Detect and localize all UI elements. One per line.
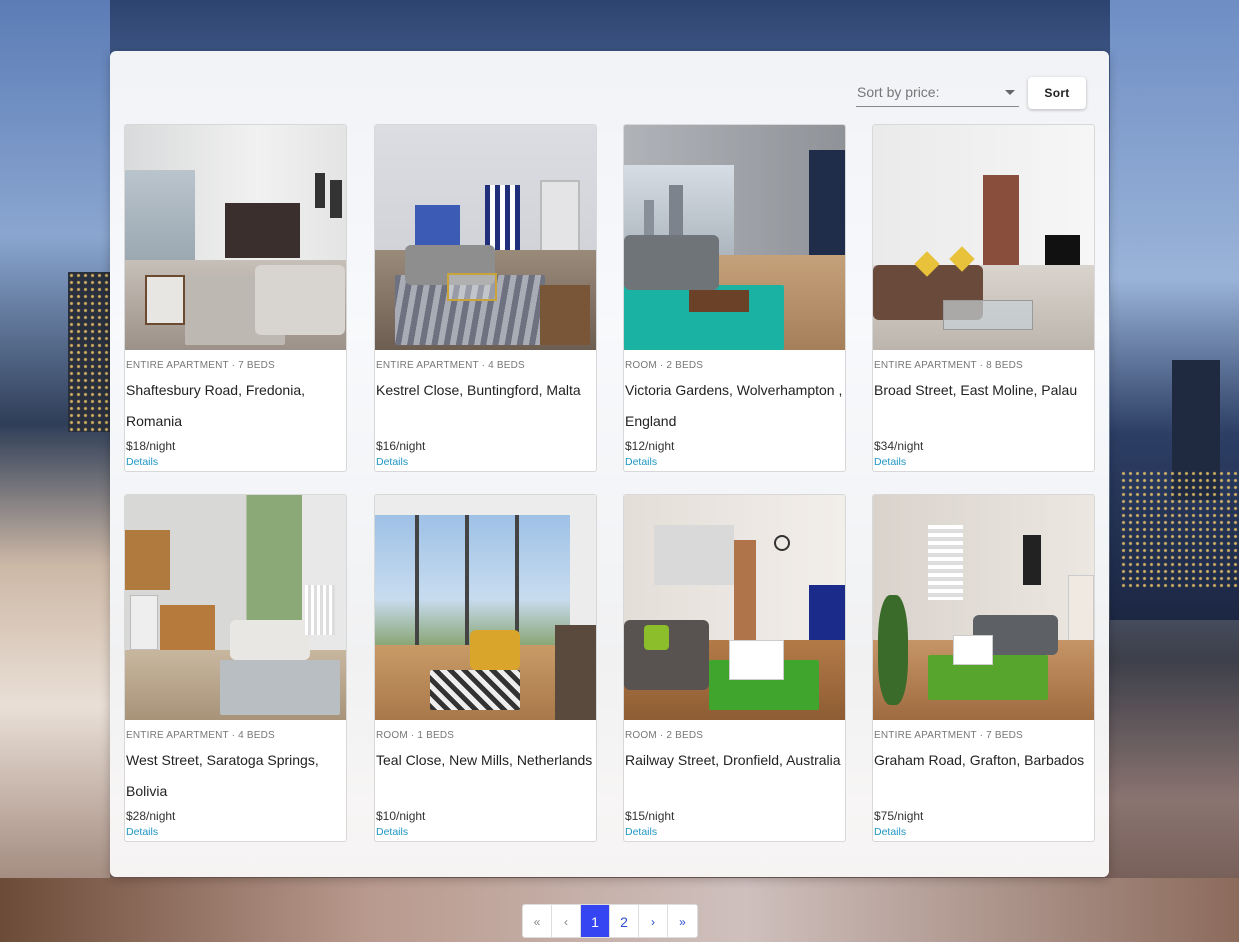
listing-title: Victoria Gardens, Wolverhampton , Englan… [625, 382, 843, 429]
listing-meta: ENTIRE APARTMENT · 8 BEDS [874, 360, 1023, 371]
listing-price: $12/night [625, 439, 675, 453]
listings-panel: Sort by price: Sort ENTIRE APARTMENT · 7… [110, 51, 1109, 877]
listing-price: $34/night [874, 439, 924, 453]
listing-price: $15/night [625, 809, 675, 823]
listing-meta: ENTIRE APARTMENT · 7 BEDS [874, 730, 1023, 741]
details-link[interactable]: Details [126, 456, 158, 468]
listing-price: $16/night [376, 439, 426, 453]
listing-title: Teal Close, New Mills, Netherlands [376, 752, 593, 768]
listing-title: Railway Street, Dronfield, Australia [625, 752, 841, 768]
listing-card[interactable]: ENTIRE APARTMENT · 7 BEDS Shaftesbury Ro… [124, 124, 347, 472]
listing-card[interactable]: ROOM · 2 BEDS Railway Street, Dronfield,… [623, 494, 846, 842]
listing-price: $10/night [376, 809, 426, 823]
listing-meta: ENTIRE APARTMENT · 7 BEDS [126, 360, 275, 371]
listing-card[interactable]: ROOM · 1 BEDS Teal Close, New Mills, Net… [374, 494, 597, 842]
listing-card[interactable]: ENTIRE APARTMENT · 4 BEDS West Street, S… [124, 494, 347, 842]
listing-title: Kestrel Close, Buntingford, Malta [376, 382, 581, 398]
listing-photo[interactable] [125, 495, 346, 720]
listing-card[interactable]: ENTIRE APARTMENT · 8 BEDS Broad Street, … [872, 124, 1095, 472]
pagination: « ‹ 1 2 › » [522, 904, 698, 938]
listing-photo[interactable] [375, 125, 596, 350]
listing-photo[interactable] [125, 125, 346, 350]
background-lights [1120, 470, 1239, 590]
details-link[interactable]: Details [874, 456, 906, 468]
listing-price: $18/night [126, 439, 176, 453]
listing-title: West Street, Saratoga Springs, Bolivia [126, 752, 319, 799]
listing-meta: ENTIRE APARTMENT · 4 BEDS [126, 730, 275, 741]
first-page-button[interactable]: « [523, 905, 552, 937]
last-page-button[interactable]: » [668, 905, 697, 937]
background-lights [68, 272, 110, 432]
listing-meta: ENTIRE APARTMENT · 4 BEDS [376, 360, 525, 371]
sort-by-price-select[interactable]: Sort by price: [856, 79, 1019, 107]
listing-title: Shaftesbury Road, Fredonia, Romania [126, 382, 305, 429]
listing-title: Broad Street, East Moline, Palau [874, 382, 1078, 398]
listing-card[interactable]: ENTIRE APARTMENT · 7 BEDS Graham Road, G… [872, 494, 1095, 842]
listing-card[interactable]: ENTIRE APARTMENT · 4 BEDS Kestrel Close,… [374, 124, 597, 472]
listing-photo[interactable] [624, 125, 845, 350]
listing-price: $75/night [874, 809, 924, 823]
listing-price: $28/night [126, 809, 176, 823]
listing-title: Graham Road, Grafton, Barbados [874, 752, 1085, 768]
sort-select-placeholder: Sort by price: [857, 84, 940, 100]
details-link[interactable]: Details [625, 456, 657, 468]
listing-photo[interactable] [375, 495, 596, 720]
page-button-1[interactable]: 1 [581, 905, 610, 937]
sort-button[interactable]: Sort [1028, 77, 1086, 109]
details-link[interactable]: Details [376, 456, 408, 468]
next-page-button[interactable]: › [639, 905, 668, 937]
listing-meta: ROOM · 2 BEDS [625, 360, 704, 371]
listing-photo[interactable] [873, 495, 1094, 720]
details-link[interactable]: Details [376, 826, 408, 838]
listing-meta: ROOM · 1 BEDS [376, 730, 455, 741]
chevron-down-icon [1005, 90, 1015, 95]
details-link[interactable]: Details [625, 826, 657, 838]
page-button-2[interactable]: 2 [610, 905, 639, 937]
details-link[interactable]: Details [874, 826, 906, 838]
background-left [0, 0, 110, 942]
details-link[interactable]: Details [126, 826, 158, 838]
listing-photo[interactable] [873, 125, 1094, 350]
listing-photo[interactable] [624, 495, 845, 720]
listing-card[interactable]: ROOM · 2 BEDS Victoria Gardens, Wolverha… [623, 124, 846, 472]
previous-page-button[interactable]: ‹ [552, 905, 581, 937]
listing-meta: ROOM · 2 BEDS [625, 730, 704, 741]
